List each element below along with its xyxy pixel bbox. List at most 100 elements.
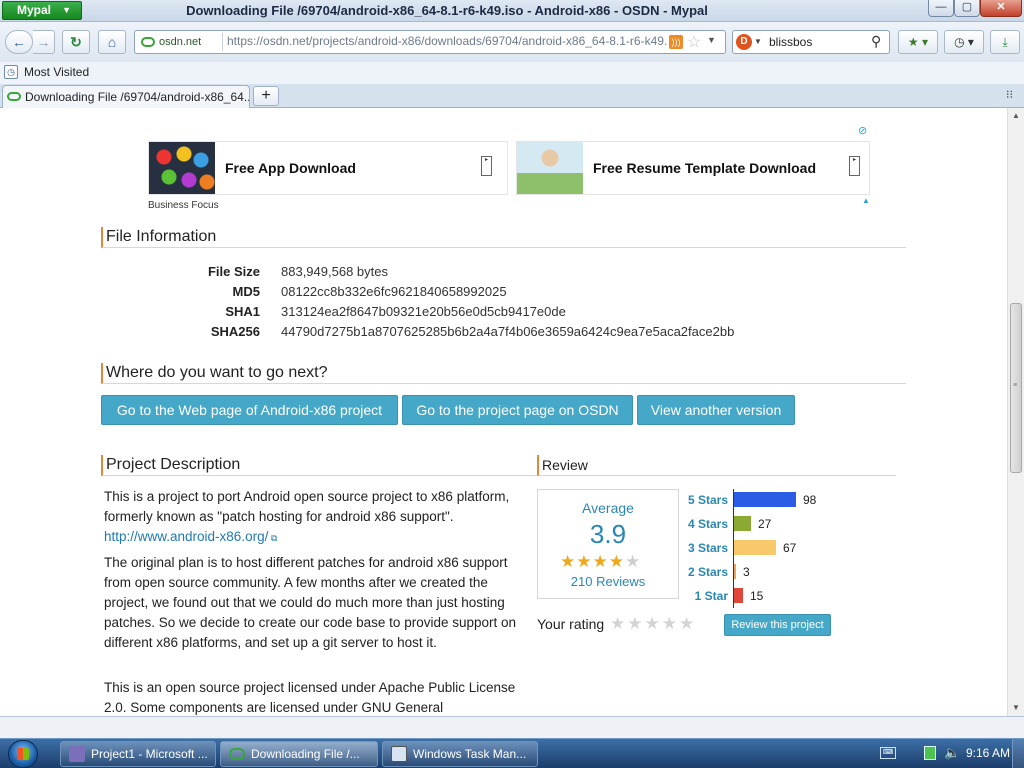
rating-label[interactable]: 2 Stars [684, 565, 728, 579]
project-description-heading: Project Description [101, 455, 537, 476]
bookmarks-toolbar: ◷ Most Visited [0, 62, 1024, 84]
rating-label[interactable]: 1 Star [684, 589, 728, 603]
site-favicon-icon [141, 37, 155, 47]
rating-label[interactable]: 4 Stars [684, 517, 728, 531]
your-rating-stars-input[interactable]: ★★★★★ [610, 614, 696, 634]
reload-button[interactable]: ↻ [62, 30, 90, 54]
most-visited-label: Most Visited [24, 65, 90, 79]
minimize-button[interactable]: — [928, 0, 954, 17]
home-button[interactable]: ⌂ [98, 30, 126, 54]
search-bar[interactable]: D ▼ blissbos ⚲ [732, 30, 890, 54]
list-all-tabs-button[interactable]: ⁝⁝ [1006, 88, 1013, 101]
file-info-label: MD5 [232, 284, 260, 299]
url-history-dropdown-icon[interactable]: ▼ [707, 35, 716, 45]
window-titlebar: Mypal ▼ Downloading File /69704/android-… [0, 0, 1024, 22]
sha256-row: SHA256 44790d7275b1a8707625285b6b2a4a7f4… [150, 324, 850, 344]
most-visited-bookmark[interactable]: ◷ Most Visited [4, 65, 89, 79]
scrollbar-thumb[interactable]: ≡ [1010, 303, 1022, 473]
where-next-heading: Where do you want to go next? [101, 363, 906, 384]
search-input[interactable]: blissbos [769, 35, 812, 49]
file-info-label: SHA1 [225, 304, 260, 319]
keyboard-icon[interactable]: ⌨ [880, 747, 896, 759]
forward-button[interactable]: → [33, 30, 55, 54]
reviews-count-link[interactable]: 210 Reviews [538, 574, 678, 589]
bookmark-star-icon[interactable]: ☆ [687, 32, 701, 52]
ad-footer: Business Focus [148, 200, 219, 208]
taskbar-item-project1[interactable]: Project1 - Microsoft ... [60, 741, 216, 767]
file-info-label: File Size [207, 264, 260, 279]
start-button[interactable] [8, 740, 38, 768]
clock[interactable]: 9:16 AM [966, 746, 1010, 760]
page-content: ⊘ Free App Download ▸ Free Resume Templa… [0, 108, 1007, 716]
project-homepage-link[interactable]: http://www.android-x86.org/ [104, 529, 268, 544]
ad-arrow-icon: ▸ [849, 156, 860, 176]
scroll-down-icon[interactable]: ▼ [1008, 700, 1024, 716]
file-info-label: SHA256 [210, 324, 260, 339]
taskbar-item-task-manager[interactable]: Windows Task Man... [382, 741, 538, 767]
ad-free-app-download[interactable]: Free App Download ▸ [148, 141, 508, 195]
chevron-down-icon[interactable]: ▼ [754, 37, 762, 46]
rating-count: 15 [750, 589, 764, 603]
ad-free-resume-template[interactable]: Free Resume Template Download ▸ [516, 141, 870, 195]
md5-row: MD5 08122cc8b332e6fc9621840658992025 [150, 284, 850, 304]
navigation-toolbar: ← → ↻ ⌂ osdn.net https://osdn.net/projec… [0, 22, 1024, 62]
close-window-button[interactable]: ✕ [980, 0, 1022, 17]
maximize-button[interactable]: ▢ [954, 0, 980, 17]
average-stars: ★★★★★ [560, 552, 660, 572]
project-web-page-button[interactable]: Go to the Web page of Android-x86 projec… [101, 395, 398, 425]
vertical-scrollbar[interactable]: ▲ ≡ ▼ [1007, 108, 1024, 716]
bookmark-folder-icon: ◷ [4, 65, 18, 79]
ad-info-icon[interactable]: ▲ [862, 196, 870, 205]
ad-choices-icon[interactable]: ⊘ [858, 124, 867, 137]
show-desktop-button[interactable] [1012, 739, 1024, 768]
back-button[interactable]: ← [5, 30, 33, 54]
description-text: This is a project to port Android open s… [104, 489, 510, 524]
magnifier-icon[interactable]: ⚲ [871, 33, 881, 50]
history-menu-button[interactable]: ◷ ▾ [944, 30, 984, 54]
rating-label[interactable]: 3 Stars [684, 541, 728, 555]
volume-icon[interactable]: 🔈 [944, 745, 960, 761]
taskbar-item-label: Windows Task Man... [413, 747, 527, 761]
tab-downloading-file[interactable]: Downloading File /69704/android-x86_64..… [2, 85, 250, 109]
site-identity-badge[interactable]: osdn.net [137, 33, 223, 51]
windows-taskbar: Project1 - Microsoft ... Downloading Fil… [0, 738, 1024, 768]
rating-bar [734, 492, 796, 507]
tab-label: Downloading File /69704/android-x86_64..… [25, 90, 250, 104]
star-filled-icon: ★ [608, 552, 625, 571]
rating-label[interactable]: 5 Stars [684, 493, 728, 507]
rating-count: 98 [803, 493, 817, 507]
taskbar-item-browser[interactable]: Downloading File /... [220, 741, 378, 767]
app-menu-label: Mypal [17, 3, 52, 17]
taskbar-item-label: Downloading File /... [251, 747, 360, 761]
description-paragraph: This is a project to port Android open s… [104, 487, 529, 548]
review-heading: Review [537, 455, 896, 476]
ad-thumbnail-person [517, 142, 583, 194]
rating-count: 3 [743, 565, 750, 579]
search-engine-icon[interactable]: D [736, 34, 752, 50]
downloads-button[interactable]: ⤓ [990, 30, 1020, 54]
average-rating-value: 3.9 [589, 519, 627, 549]
new-tab-button[interactable]: + [253, 86, 279, 106]
external-link-icon: ⧉ [268, 533, 278, 543]
url-input[interactable]: https://osdn.net/projects/android-x86/do… [227, 34, 667, 48]
average-label: Average [582, 500, 634, 516]
network-icon[interactable] [924, 746, 936, 760]
ad-thumbnail-apps [149, 142, 215, 194]
status-bar [0, 716, 1024, 738]
review-this-project-button[interactable]: Review this project [724, 614, 831, 636]
history-clock-icon: ◷ [954, 35, 965, 49]
tab-favicon-icon [7, 92, 21, 101]
osdn-project-page-button[interactable]: Go to the project page on OSDN [402, 395, 633, 425]
view-another-version-button[interactable]: View another version [637, 395, 795, 425]
downloads-icon: ⤓ [1002, 35, 1008, 49]
app-menu-button[interactable]: Mypal ▼ [2, 1, 82, 20]
rating-count: 27 [758, 517, 772, 531]
rss-icon[interactable]: ))) [669, 35, 683, 49]
scroll-up-icon[interactable]: ▲ [1008, 108, 1024, 124]
bookmarks-menu-button[interactable]: ★ ▾ [898, 30, 938, 54]
chevron-down-icon: ▾ [922, 35, 929, 49]
rating-bar [734, 588, 743, 603]
url-bar[interactable]: osdn.net https://osdn.net/projects/andro… [134, 30, 726, 54]
rating-count: 67 [783, 541, 797, 555]
ad-arrow-icon: ▸ [481, 156, 492, 176]
